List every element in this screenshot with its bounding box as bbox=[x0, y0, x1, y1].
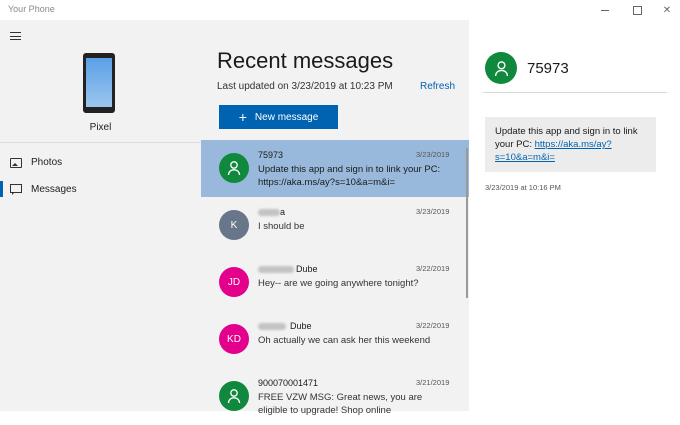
thread-contact-name: a bbox=[258, 207, 285, 217]
maximize-button[interactable] bbox=[622, 2, 652, 18]
selected-indicator bbox=[0, 181, 3, 197]
thread-preview: I should be bbox=[258, 221, 305, 232]
device-name: Pixel bbox=[89, 122, 112, 133]
person-icon bbox=[485, 52, 517, 84]
conversation-pane: 75973 Update this app and sign in to lin… bbox=[469, 20, 680, 411]
message-thread-row[interactable]: 900070001471 3/21/2019 FREE VZW MSG: Gre… bbox=[201, 368, 469, 425]
thread-date: 3/22/2019 bbox=[416, 264, 450, 273]
thread-contact-name: Dube bbox=[258, 264, 318, 274]
sidebar-item-label: Photos bbox=[31, 156, 63, 168]
thread-contact-name: 900070001471 bbox=[258, 378, 319, 388]
minimize-button[interactable] bbox=[590, 2, 620, 18]
redacted-name bbox=[258, 209, 280, 217]
person-icon bbox=[219, 153, 249, 183]
photos-icon bbox=[10, 156, 22, 168]
message-bubble: Update this app and sign in to link your… bbox=[485, 117, 656, 172]
thread-preview: FREE VZW MSG: Great news, you are eligib… bbox=[258, 392, 423, 416]
sidebar-divider bbox=[0, 142, 201, 143]
sidebar-item-label: Messages bbox=[31, 183, 77, 195]
app-title: Your Phone bbox=[8, 4, 55, 14]
conversation-contact-name: 75973 bbox=[527, 60, 569, 77]
maximize-icon bbox=[632, 5, 642, 15]
phone-device-icon bbox=[83, 53, 115, 113]
thread-contact-name: 75973 bbox=[258, 150, 284, 160]
sidebar: Pixel Photos Messages bbox=[0, 20, 201, 411]
conversation-divider bbox=[483, 92, 667, 93]
contact-initials-avatar: K bbox=[219, 210, 249, 240]
messages-icon bbox=[10, 183, 22, 195]
contact-initials-avatar: JD bbox=[219, 267, 249, 297]
thread-preview: Oh actually we can ask her this weekend bbox=[258, 335, 431, 346]
message-thread-row[interactable]: K a 3/23/2019 I should be bbox=[201, 197, 469, 254]
thread-preview: Hey-- are we going anywhere tonight? bbox=[258, 278, 419, 289]
new-message-button[interactable]: + New message bbox=[219, 105, 338, 129]
message-list-pane: Recent messages Last updated on 3/23/201… bbox=[201, 20, 469, 416]
close-icon: ✕ bbox=[662, 4, 672, 16]
title-bar: Your Phone ✕ bbox=[0, 0, 680, 20]
thread-date: 3/23/2019 bbox=[416, 150, 450, 159]
sidebar-item-photos[interactable]: Photos bbox=[0, 149, 201, 175]
page-title: Recent messages bbox=[217, 48, 394, 73]
redacted-name bbox=[258, 266, 294, 274]
message-timestamp: 3/23/2019 at 10:16 PM bbox=[485, 183, 561, 192]
person-icon bbox=[219, 381, 249, 411]
thread-contact-name: Dube bbox=[258, 321, 312, 331]
message-thread-row[interactable]: KD Dube 3/22/2019 Oh actually we can ask… bbox=[201, 311, 469, 368]
thread-date: 3/22/2019 bbox=[416, 321, 450, 330]
thread-date: 3/21/2019 bbox=[416, 378, 450, 387]
contact-initials-avatar: KD bbox=[219, 324, 249, 354]
minimize-icon bbox=[601, 9, 609, 11]
thread-preview: Update this app and sign in to link your… bbox=[258, 164, 441, 188]
list-scrollbar[interactable] bbox=[466, 148, 468, 298]
thread-date: 3/23/2019 bbox=[416, 207, 450, 216]
message-thread-row[interactable]: JD Dube 3/22/2019 Hey-- are we going any… bbox=[201, 254, 469, 311]
message-thread-row[interactable]: 75973 3/23/2019 Update this app and sign… bbox=[201, 140, 469, 197]
new-message-label: New message bbox=[254, 111, 319, 123]
close-button[interactable]: ✕ bbox=[652, 2, 680, 18]
redacted-name bbox=[258, 323, 286, 331]
sidebar-item-messages[interactable]: Messages bbox=[0, 176, 201, 202]
plus-icon: + bbox=[238, 109, 247, 125]
refresh-link[interactable]: Refresh bbox=[420, 81, 455, 92]
hamburger-menu-icon[interactable] bbox=[10, 32, 21, 40]
last-updated-text: Last updated on 3/23/2019 at 10:23 PM bbox=[217, 81, 393, 92]
